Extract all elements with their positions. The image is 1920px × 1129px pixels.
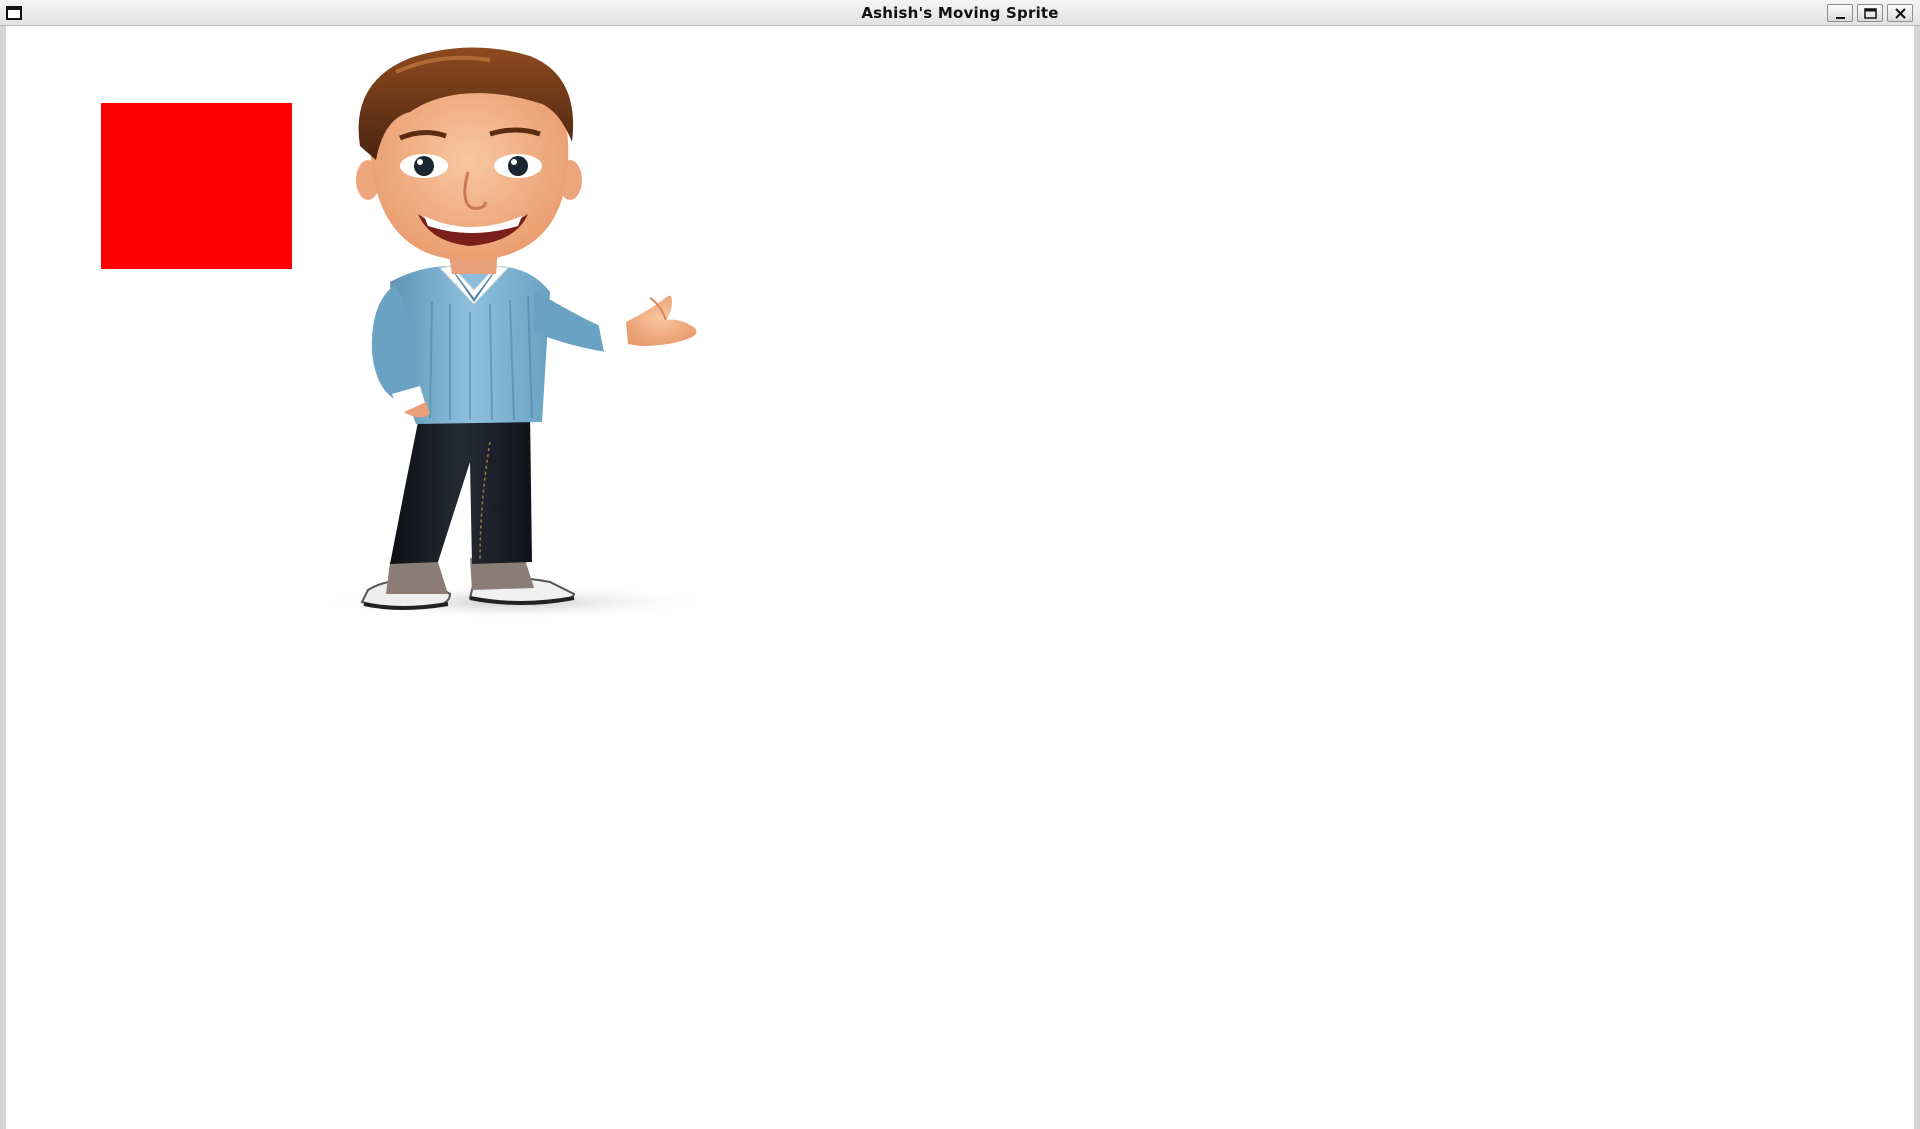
cartoon-man-sprite <box>320 47 712 620</box>
close-icon <box>1895 8 1906 19</box>
title-bar[interactable]: Ashish's Moving Sprite <box>0 0 1920 26</box>
maximize-button[interactable] <box>1857 4 1883 22</box>
game-canvas[interactable] <box>6 26 1914 1129</box>
window-title: Ashish's Moving Sprite <box>861 4 1059 22</box>
app-window: Ashish's Moving Sprite <box>0 0 1920 1129</box>
minimize-button[interactable] <box>1827 4 1853 22</box>
close-button[interactable] <box>1887 4 1913 22</box>
red-rectangle <box>101 103 292 269</box>
maximize-icon <box>1864 8 1877 19</box>
minimize-icon <box>1836 17 1845 19</box>
